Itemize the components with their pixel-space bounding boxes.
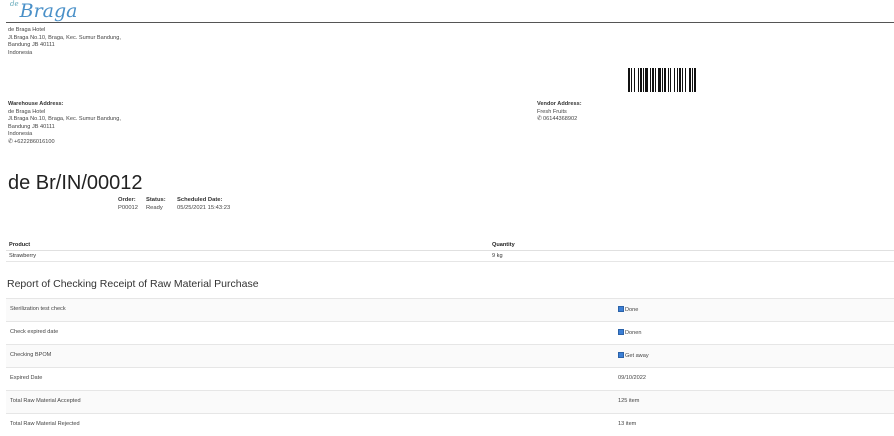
report-value-text: Donen <box>625 330 642 336</box>
status-info: Status: Ready <box>146 196 166 212</box>
document-title: de Br/IN/00012 <box>8 172 143 194</box>
order-value: P00012 <box>118 205 138 211</box>
warehouse-phone-number: +622286016100 <box>14 138 55 145</box>
order-label: Order: <box>118 197 136 203</box>
report-label: Checking BPOM <box>10 352 52 358</box>
company-address-line: Indonesia <box>8 49 33 56</box>
barcode-icon <box>628 68 719 92</box>
barcode-bar <box>694 68 696 92</box>
report-label: Sterilization test check <box>10 306 66 312</box>
vendor-phone: ✆06144368902 <box>537 116 582 124</box>
report-label: Expired Date <box>10 375 43 381</box>
scheduled-info: Scheduled Date: 05/25/2021 15:43:23 <box>177 196 230 212</box>
table-row: Sterilization test check Done <box>6 298 894 321</box>
report-label: Total Raw Material Accepted <box>10 398 81 404</box>
table-row: Total Raw Material Accepted 125 item <box>6 390 894 413</box>
checkbox-checked-icon[interactable] <box>618 306 624 312</box>
warehouse-address: Warehouse Address: de Braga Hotel Jl.Bra… <box>8 101 121 147</box>
report-value: 09/10/2022 <box>618 375 646 381</box>
product-table-header: Product Quantity <box>6 240 894 251</box>
scheduled-label: Scheduled Date: <box>177 197 223 203</box>
header-divider <box>6 22 894 23</box>
warehouse-address-label: Warehouse Address: <box>8 101 64 107</box>
report-value-text: Done <box>625 307 639 313</box>
table-row: Expired Date 09/10/2022 <box>6 367 894 390</box>
report-value: Get away <box>618 352 649 359</box>
report-table: Sterilization test check Done Check expi… <box>6 298 894 436</box>
warehouse-address-line: Jl.Braga No.10, Braga, Kec. Sumur Bandun… <box>8 116 121 123</box>
report-value-text: Get away <box>625 353 649 359</box>
logo-name: Braga <box>19 0 78 22</box>
report-label: Total Raw Material Rejected <box>10 421 80 427</box>
order-info: Order: P00012 <box>118 196 138 212</box>
quantity-header: Quantity <box>492 242 515 248</box>
warehouse-phone: ✆+622286016100 <box>8 139 121 147</box>
logo-prefix: de <box>10 0 19 8</box>
company-address-line: Jl.Braga No.10, Braga, Kec. Sumur Bandun… <box>8 34 121 41</box>
scheduled-value: 05/25/2021 15:43:23 <box>177 205 231 211</box>
product-header: Product <box>9 242 31 248</box>
company-logo: deBraga <box>10 0 78 22</box>
table-row: Checking BPOM Get away <box>6 344 894 367</box>
quantity-cell: 9 kg <box>492 253 503 259</box>
vendor-phone-number: 06144368902 <box>543 116 578 123</box>
vendor-address-label: Vendor Address: <box>537 101 582 107</box>
company-address: de Braga Hotel Jl.Braga No.10, Braga, Ke… <box>8 27 121 57</box>
report-value: Done <box>618 306 638 313</box>
warehouse-address-line: Indonesia <box>8 131 33 138</box>
table-row: Total Raw Material Rejected 13 item <box>6 413 894 436</box>
table-row: Strawberry 9 kg <box>6 251 894 262</box>
checkbox-checked-icon[interactable] <box>618 329 624 335</box>
warehouse-address-line: de Braga Hotel <box>8 108 46 115</box>
report-title: Report of Checking Receipt of Raw Materi… <box>7 278 259 290</box>
status-label: Status: <box>146 197 166 203</box>
company-address-line: de Braga Hotel <box>8 27 46 33</box>
product-cell: Strawberry <box>9 253 37 259</box>
company-address-line: Bandung JB 40111 <box>8 42 55 49</box>
checkbox-checked-icon[interactable] <box>618 352 624 358</box>
report-value: Donen <box>618 329 641 336</box>
vendor-address: Vendor Address: Fresh Fruits ✆0614436890… <box>537 101 582 124</box>
report-value: 125 item <box>618 398 640 404</box>
report-value: 13 item <box>618 421 637 427</box>
report-label: Check expired date <box>10 329 59 335</box>
status-value: Ready <box>146 205 163 211</box>
warehouse-address-line: Bandung JB 40111 <box>8 123 55 130</box>
product-table: Product Quantity Strawberry 9 kg <box>6 240 894 262</box>
table-row: Check expired date Donen <box>6 321 894 344</box>
